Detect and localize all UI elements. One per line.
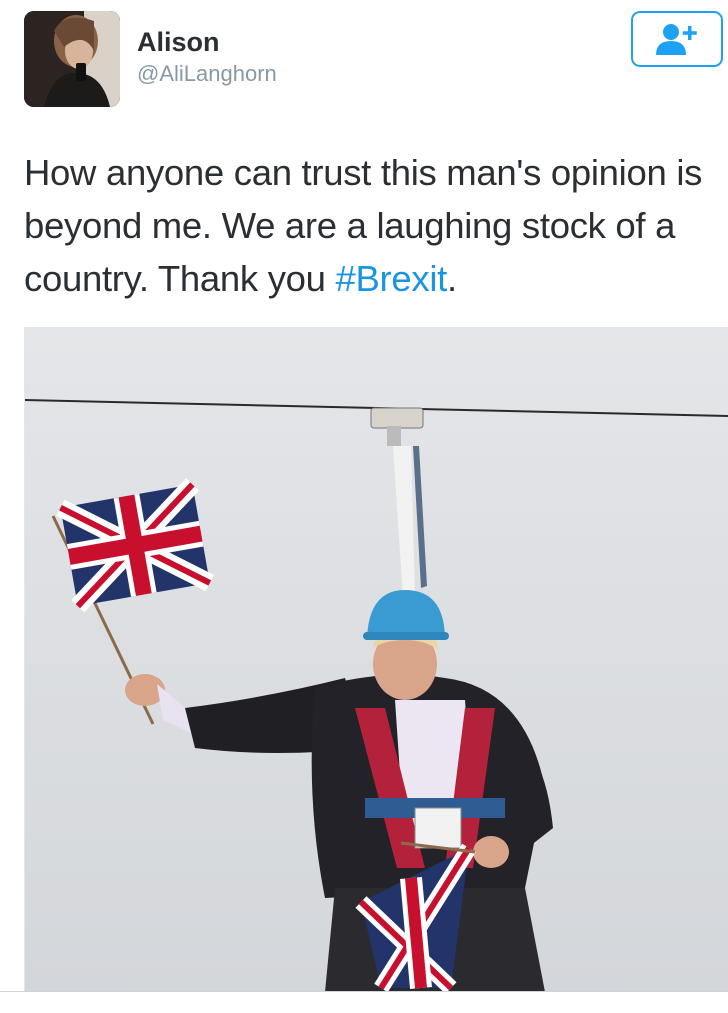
display-name[interactable]: Alison xyxy=(137,26,220,58)
tweet-photo[interactable] xyxy=(24,327,728,991)
follow-user-plus-icon xyxy=(656,24,697,55)
hashtag-link[interactable]: #Brexit xyxy=(335,258,447,299)
tweet-text: How anyone can trust this man's opinion … xyxy=(24,146,714,305)
avatar-photo xyxy=(24,11,120,107)
avatar[interactable] xyxy=(24,11,120,107)
divider xyxy=(0,991,728,992)
follow-button[interactable] xyxy=(631,11,723,67)
tweet-period: . xyxy=(446,258,457,299)
user-handle[interactable]: @AliLanghorn xyxy=(137,60,277,88)
zipline-photo xyxy=(25,328,728,991)
